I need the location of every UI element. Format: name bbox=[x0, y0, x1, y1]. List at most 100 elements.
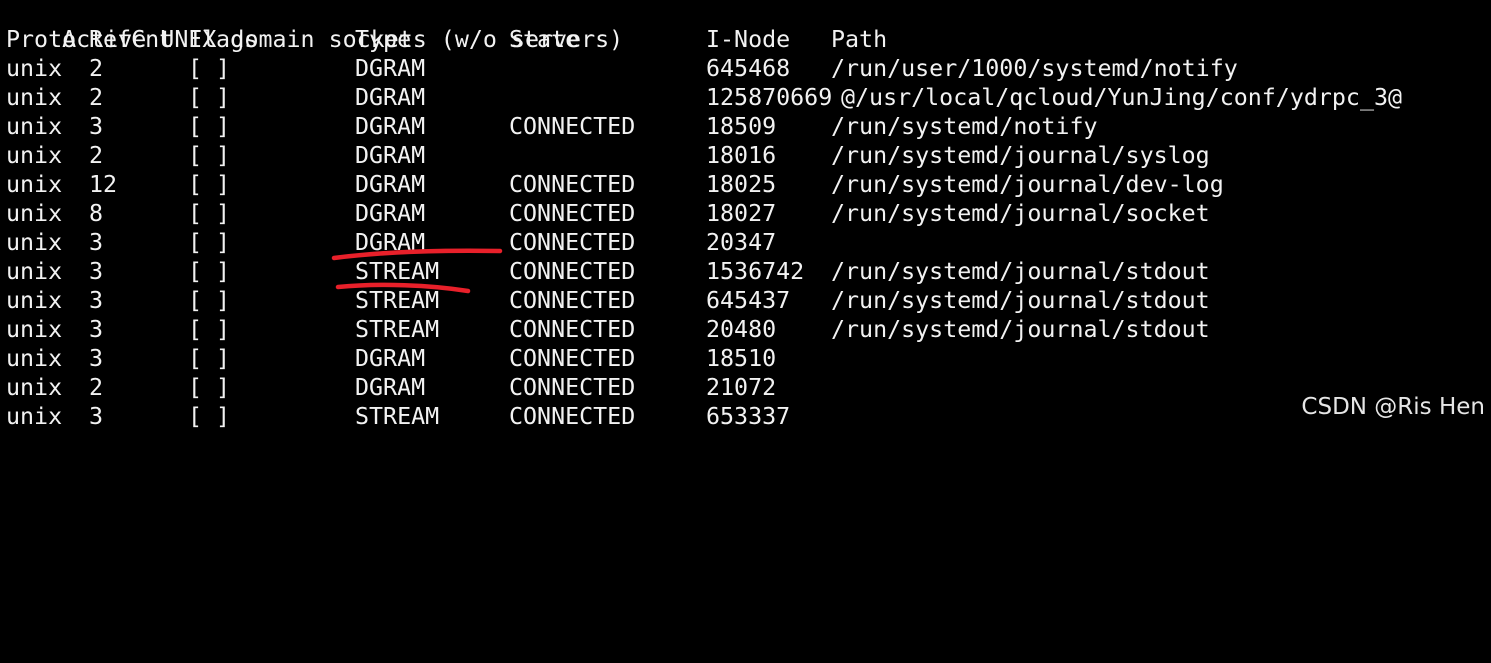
table-row: unix 3 [ ] STREAM CONNECTED 20480 /run/s… bbox=[6, 315, 1486, 344]
cell-type: DGRAM bbox=[355, 113, 426, 140]
cell-path: /run/systemd/journal/syslog bbox=[831, 142, 1210, 169]
table-row: unix 3 [ ] STREAM CONNECTED 645437 /run/… bbox=[6, 286, 1486, 315]
table-row: unix 3 [ ] STREAM CONNECTED 1536742 /run… bbox=[6, 257, 1486, 286]
cell-refcnt: 12 bbox=[89, 171, 118, 198]
cell-proto: unix bbox=[6, 171, 63, 198]
cell-state: CONNECTED bbox=[509, 345, 636, 372]
cell-refcnt: 2 bbox=[89, 84, 104, 111]
header-proto: Proto bbox=[6, 26, 77, 53]
cell-flags: [ ] bbox=[188, 171, 231, 198]
cell-path: /run/systemd/journal/stdout bbox=[831, 287, 1210, 314]
table-header: Proto RefCnt Flags Type State I-Node Pat… bbox=[6, 25, 1486, 54]
cell-state: CONNECTED bbox=[509, 113, 636, 140]
cell-flags: [ ] bbox=[188, 229, 231, 256]
cell-refcnt: 2 bbox=[89, 142, 104, 169]
table-row: unix 3 [ ] STREAM CONNECTED 653337 bbox=[6, 402, 1486, 431]
cell-refcnt: 2 bbox=[89, 374, 104, 401]
table-row: unix 3 [ ] DGRAM CONNECTED 20347 bbox=[6, 228, 1486, 257]
cell-inode: 20347 bbox=[706, 229, 777, 256]
cell-proto: unix bbox=[6, 316, 63, 343]
table-row: unix 12 [ ] DGRAM CONNECTED 18025 /run/s… bbox=[6, 170, 1486, 199]
cell-inode: 18510 bbox=[706, 345, 777, 372]
cell-state: CONNECTED bbox=[509, 403, 636, 430]
cell-flags: [ ] bbox=[188, 287, 231, 314]
cell-proto: unix bbox=[6, 142, 63, 169]
cell-inode: 18025 bbox=[706, 171, 777, 198]
cell-state: CONNECTED bbox=[509, 229, 636, 256]
cell-inode: 1536742 bbox=[706, 258, 805, 285]
cell-state: CONNECTED bbox=[509, 287, 636, 314]
table-row: unix 3 [ ] DGRAM CONNECTED 18509 /run/sy… bbox=[6, 112, 1486, 141]
terminal-output[interactable]: Active UNIX domain sockets (w/o servers)… bbox=[0, 0, 1491, 434]
cell-path: /run/systemd/journal/dev-log bbox=[831, 171, 1224, 198]
cell-flags: [ ] bbox=[188, 142, 231, 169]
cell-proto: unix bbox=[6, 403, 63, 430]
cell-state: CONNECTED bbox=[509, 316, 636, 343]
cell-state: CONNECTED bbox=[509, 171, 636, 198]
header-state: State bbox=[509, 26, 580, 53]
cell-refcnt: 2 bbox=[89, 55, 104, 82]
cell-state: CONNECTED bbox=[509, 374, 636, 401]
cell-type: DGRAM bbox=[355, 142, 426, 169]
cell-inode: 645468 bbox=[706, 55, 791, 82]
table-row: unix 2 [ ] DGRAM 645468 /run/user/1000/s… bbox=[6, 54, 1486, 83]
cell-refcnt: 3 bbox=[89, 345, 104, 372]
cell-type: DGRAM bbox=[355, 171, 426, 198]
table-row: unix 8 [ ] DGRAM CONNECTED 18027 /run/sy… bbox=[6, 199, 1486, 228]
table-row: unix 2 [ ] DGRAM 125870669 @/usr/local/q… bbox=[6, 83, 1486, 112]
cell-type: STREAM bbox=[355, 287, 440, 314]
cell-refcnt: 3 bbox=[89, 113, 104, 140]
cell-path: @/usr/local/qcloud/YunJing/conf/ydrpc_3@ bbox=[841, 84, 1403, 111]
cell-refcnt: 3 bbox=[89, 287, 104, 314]
cell-inode: 18027 bbox=[706, 200, 777, 227]
cell-type: DGRAM bbox=[355, 345, 426, 372]
cell-inode: 20480 bbox=[706, 316, 777, 343]
cell-inode: 645437 bbox=[706, 287, 791, 314]
cell-path: /run/user/1000/systemd/notify bbox=[831, 55, 1238, 82]
cell-flags: [ ] bbox=[188, 200, 231, 227]
header-type: Type bbox=[355, 26, 412, 53]
cell-state: CONNECTED bbox=[509, 258, 636, 285]
cell-type: DGRAM bbox=[355, 84, 426, 111]
cell-type: STREAM bbox=[355, 316, 440, 343]
cell-proto: unix bbox=[6, 55, 63, 82]
cell-proto: unix bbox=[6, 229, 63, 256]
cell-refcnt: 8 bbox=[89, 200, 104, 227]
cell-refcnt: 3 bbox=[89, 229, 104, 256]
cell-proto: unix bbox=[6, 374, 63, 401]
table-row: unix 3 [ ] DGRAM CONNECTED 18510 bbox=[6, 344, 1486, 373]
cell-proto: unix bbox=[6, 84, 63, 111]
cell-flags: [ ] bbox=[188, 113, 231, 140]
cell-flags: [ ] bbox=[188, 55, 231, 82]
cell-path: /run/systemd/journal/socket bbox=[831, 200, 1210, 227]
cell-path: /run/systemd/journal/stdout bbox=[831, 258, 1210, 285]
cell-path: /run/systemd/journal/stdout bbox=[831, 316, 1210, 343]
table-row: unix 2 [ ] DGRAM 18016 /run/systemd/jour… bbox=[6, 141, 1486, 170]
header-inode: I-Node bbox=[706, 26, 791, 53]
header-path: Path bbox=[831, 26, 888, 53]
cell-proto: unix bbox=[6, 200, 63, 227]
header-flags: Flags bbox=[188, 26, 259, 53]
cell-flags: [ ] bbox=[188, 403, 231, 430]
cell-type: DGRAM bbox=[355, 55, 426, 82]
watermark: CSDN @Ris Hen bbox=[1301, 394, 1485, 420]
cell-inode: 653337 bbox=[706, 403, 791, 430]
header-refcnt: RefCnt bbox=[89, 26, 174, 53]
cell-path: /run/systemd/notify bbox=[831, 113, 1098, 140]
cell-flags: [ ] bbox=[188, 84, 231, 111]
cell-flags: [ ] bbox=[188, 345, 231, 372]
cell-type: STREAM bbox=[355, 403, 440, 430]
cell-type: STREAM bbox=[355, 258, 440, 285]
cell-flags: [ ] bbox=[188, 374, 231, 401]
cell-proto: unix bbox=[6, 258, 63, 285]
table-row: unix 2 [ ] DGRAM CONNECTED 21072 bbox=[6, 373, 1486, 402]
terminal-title-line: Active UNIX domain sockets (w/o servers) bbox=[6, 0, 1486, 53]
cell-refcnt: 3 bbox=[89, 316, 104, 343]
cell-type: DGRAM bbox=[355, 200, 426, 227]
cell-refcnt: 3 bbox=[89, 403, 104, 430]
cell-inode: 18509 bbox=[706, 113, 777, 140]
cell-type: DGRAM bbox=[355, 374, 426, 401]
cell-inode: 125870669 bbox=[706, 84, 833, 111]
cell-proto: unix bbox=[6, 287, 63, 314]
cell-inode: 18016 bbox=[706, 142, 777, 169]
